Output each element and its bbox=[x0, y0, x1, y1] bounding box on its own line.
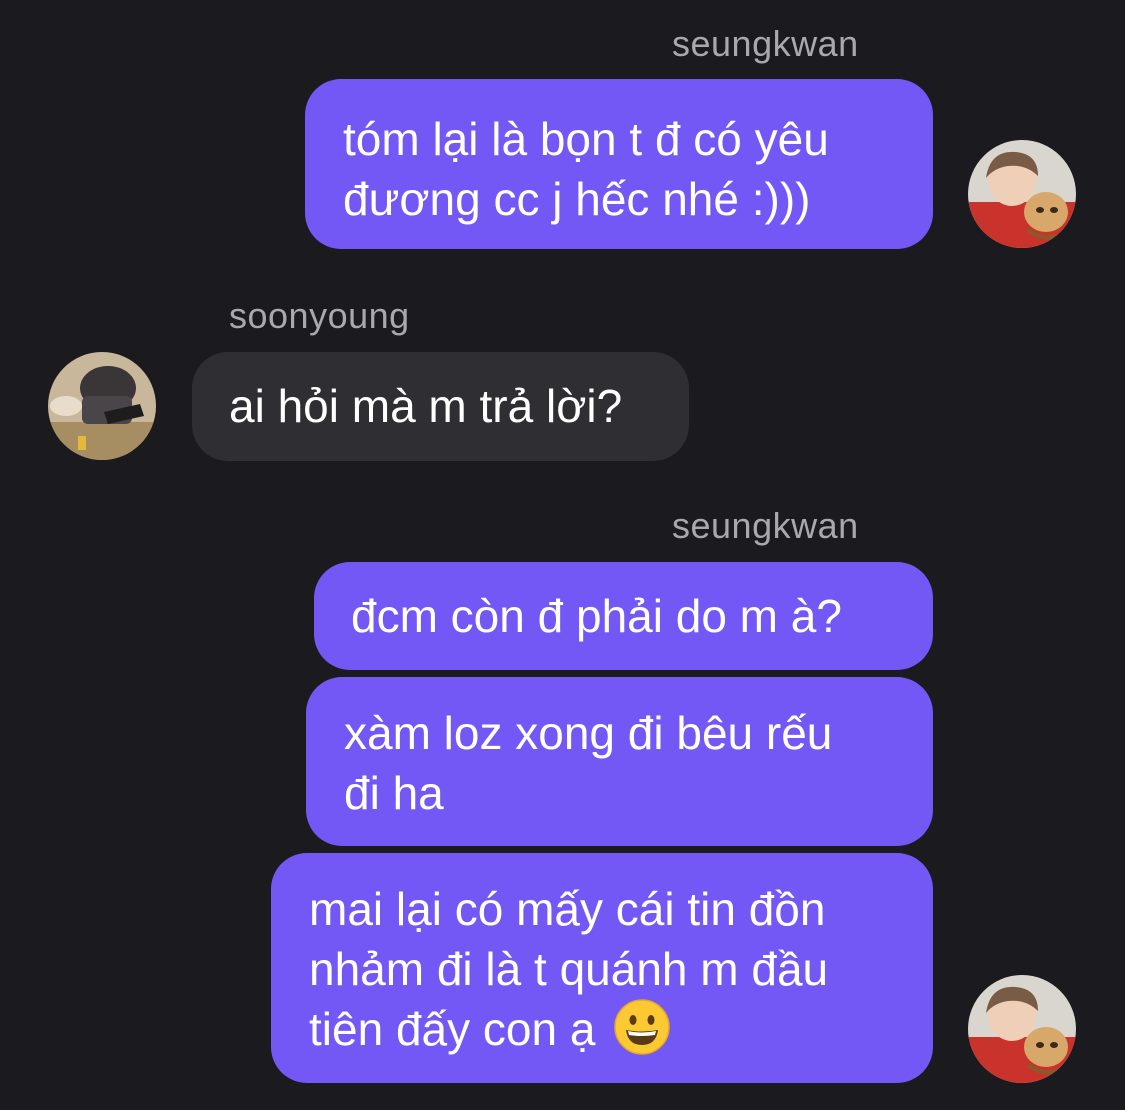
avatar-photo-icon bbox=[968, 975, 1076, 1083]
seungkwan-avatar[interactable] bbox=[968, 975, 1076, 1083]
message-line: đi ha bbox=[344, 767, 444, 819]
message-bubble-outgoing[interactable]: mai lại có mấy cái tin đồn nhảm đi là t … bbox=[271, 853, 933, 1083]
message-line: tiên đấy con ạ bbox=[309, 999, 933, 1059]
sender-name-seungkwan: seungkwan bbox=[672, 23, 859, 64]
seungkwan-avatar[interactable] bbox=[968, 140, 1076, 248]
message-line: xàm loz xong đi bêu rếu bbox=[344, 707, 833, 759]
sender-name-soonyoung: soonyoung bbox=[229, 295, 410, 336]
avatar-photo-icon bbox=[48, 352, 156, 460]
message-bubble-outgoing[interactable]: xàm loz xong đi bêu rếu đi ha bbox=[306, 677, 933, 846]
message-line: đcm còn đ phải do m à? bbox=[351, 590, 842, 642]
grinning-face-emoji bbox=[614, 999, 670, 1055]
message-line: ai hỏi mà m trả lời? bbox=[229, 380, 623, 432]
message-line: tóm lại là bọn t đ có yêu bbox=[343, 113, 829, 165]
message-line: nhảm đi là t quánh m đầu bbox=[309, 943, 829, 995]
soonyoung-avatar[interactable] bbox=[48, 352, 156, 460]
message-bubble-outgoing[interactable]: đcm còn đ phải do m à? bbox=[314, 562, 933, 670]
message-line: đương cc j hếc nhé :))) bbox=[343, 173, 811, 225]
message-line: mai lại có mấy cái tin đồn bbox=[309, 883, 826, 935]
avatar-photo-icon bbox=[968, 140, 1076, 248]
message-text: tiên đấy con ạ bbox=[309, 1003, 596, 1055]
message-bubble-incoming[interactable]: ai hỏi mà m trả lời? bbox=[192, 352, 689, 461]
sender-name-seungkwan: seungkwan bbox=[672, 505, 859, 546]
message-bubble-outgoing[interactable]: tóm lại là bọn t đ có yêu đương cc j hếc… bbox=[305, 79, 933, 249]
